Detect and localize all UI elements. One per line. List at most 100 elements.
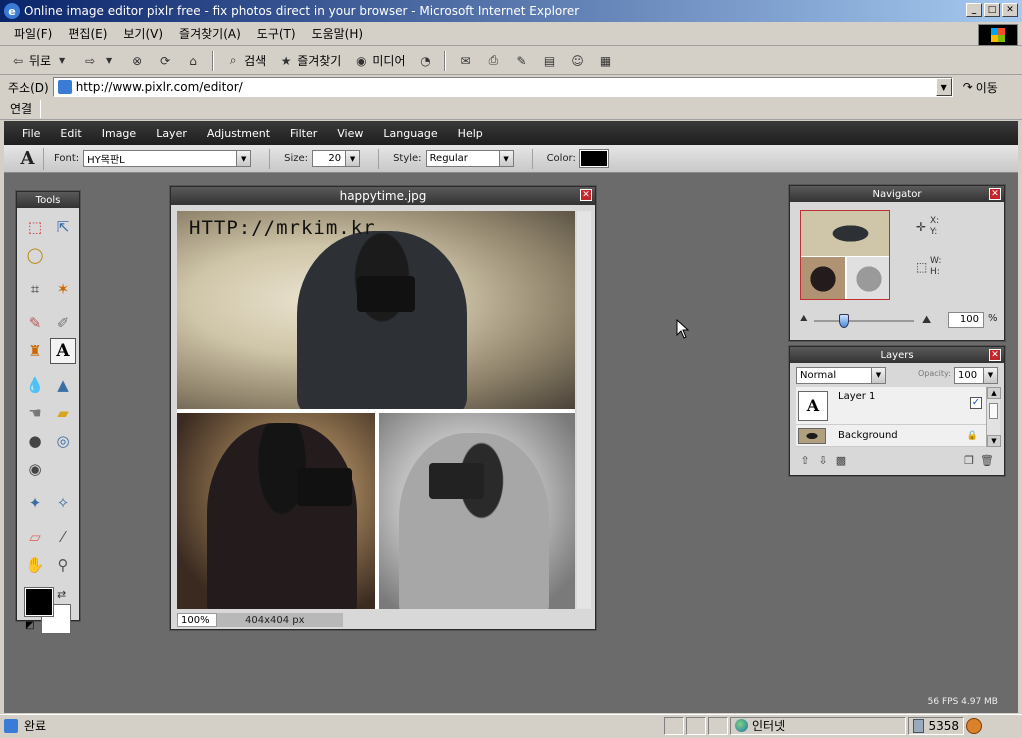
mail-button[interactable]: ✉ xyxy=(453,50,477,72)
app-menu-filter[interactable]: Filter xyxy=(280,127,327,140)
scroll-thumb[interactable] xyxy=(989,403,998,419)
foreground-color-swatch[interactable] xyxy=(24,587,54,617)
address-dropdown-button[interactable]: ▼ xyxy=(935,78,952,96)
blur-tool-icon[interactable]: 💧 xyxy=(22,372,48,398)
text-color-swatch[interactable] xyxy=(578,149,609,168)
eraser-tool-icon[interactable]: ▱ xyxy=(22,524,48,550)
refresh-button[interactable]: ⟳ xyxy=(153,50,177,72)
tray-monkey-icon[interactable] xyxy=(966,717,982,734)
app-menu-adjustment[interactable]: Adjustment xyxy=(197,127,280,140)
navigator-thumbnail[interactable] xyxy=(800,210,890,300)
options-divider xyxy=(531,148,533,169)
scroll-up-icon[interactable]: ▲ xyxy=(987,387,1001,399)
layers-close-button[interactable]: ✕ xyxy=(989,349,1001,361)
bloat-tool-icon[interactable]: ✧ xyxy=(50,490,76,516)
smudge-tool-icon[interactable]: ☚ xyxy=(22,400,48,426)
home-button[interactable]: ⌂ xyxy=(181,50,205,72)
messenger-button[interactable]: ☺ xyxy=(565,50,589,72)
color-picker-tool-icon[interactable]: ⁄ xyxy=(50,524,76,550)
app-menu-help[interactable]: Help xyxy=(448,127,493,140)
menu-favorites[interactable]: 즐겨찾기(A) xyxy=(171,25,249,42)
tray-counter[interactable]: 5358 xyxy=(908,716,964,735)
navigator-close-button[interactable]: ✕ xyxy=(989,188,1001,200)
marquee-tool-icon[interactable]: ⬚ xyxy=(22,214,48,240)
app-menu-file[interactable]: File xyxy=(12,127,50,140)
app-menu-view[interactable]: View xyxy=(327,127,373,140)
navigator-title-bar[interactable]: Navigator ✕ xyxy=(790,186,1004,202)
zoom-out-mountain-icon[interactable]: ⛰ xyxy=(800,314,808,324)
style-select[interactable]: Regular ▼ xyxy=(425,150,514,167)
sharpen-tool-icon[interactable]: ▲ xyxy=(50,372,76,398)
zoom-in-mountain-icon[interactable]: ⛰ xyxy=(922,313,931,327)
hand-tool-icon[interactable]: ✋ xyxy=(22,552,48,578)
media-button[interactable]: ◉ 미디어 xyxy=(349,50,409,72)
layer-row-background[interactable]: Background 🔒 xyxy=(796,425,986,447)
pencil-tool-icon[interactable]: ✎ xyxy=(22,310,48,336)
sponge-tool-icon[interactable]: ▰ xyxy=(50,400,76,426)
move-tool-icon[interactable]: ⇱ xyxy=(50,214,76,240)
close-window-button[interactable]: ✕ xyxy=(1002,3,1018,17)
app-menu-edit[interactable]: Edit xyxy=(50,127,91,140)
lasso-tool-icon[interactable]: ◯ xyxy=(22,242,48,268)
stop-button[interactable]: ⊗ xyxy=(125,50,149,72)
minimize-button[interactable]: _ xyxy=(966,3,982,17)
links-label[interactable]: 연결 xyxy=(10,100,32,117)
layer-row-layer-1[interactable]: A Layer 1 ✓ xyxy=(796,387,986,425)
zoom-slider-handle[interactable] xyxy=(839,314,849,328)
swap-colors-icon[interactable]: ⇄ xyxy=(57,588,66,601)
zoom-slider-track[interactable] xyxy=(814,320,914,322)
navigator-size: W: H: xyxy=(930,256,942,277)
font-select[interactable]: HY목판L ▼ xyxy=(83,150,252,167)
go-button[interactable]: ↷ 이동 xyxy=(963,79,998,96)
reset-colors-icon[interactable]: ◩ xyxy=(25,620,34,631)
maximize-button[interactable]: □ xyxy=(984,3,1000,17)
new-layer-icon[interactable]: ❐ xyxy=(960,454,978,467)
magic-wand-tool-icon[interactable]: ✶ xyxy=(50,276,76,302)
dodge-tool-icon[interactable]: ◎ xyxy=(50,428,76,454)
move-layer-up-icon[interactable]: ⇧ xyxy=(796,454,814,467)
scroll-down-icon[interactable]: ▼ xyxy=(987,435,1001,447)
app-menu-layer[interactable]: Layer xyxy=(146,127,197,140)
spot-heal-tool-icon[interactable]: ✦ xyxy=(22,490,48,516)
zoom-tool-icon[interactable]: ⚲ xyxy=(50,552,76,578)
blend-mode-select[interactable]: Normal ▼ xyxy=(796,367,886,384)
menu-file[interactable]: 파일(F) xyxy=(6,25,60,42)
menu-tools[interactable]: 도구(T) xyxy=(249,25,304,42)
forward-button[interactable]: ⇨ ▼ xyxy=(78,50,121,72)
brush-tool-icon[interactable]: ✐ xyxy=(50,310,76,336)
address-input[interactable]: http://www.pixlr.com/editor/ ▼ xyxy=(52,77,953,97)
layer-settings-icon[interactable]: ▩ xyxy=(832,454,850,467)
delete-layer-icon[interactable]: 🗑 xyxy=(978,454,996,467)
layer-scrollbar[interactable]: ▲ ▼ xyxy=(986,387,1001,447)
document-zoom-field[interactable]: 100% xyxy=(177,613,217,627)
menu-edit[interactable]: 편집(E) xyxy=(60,25,115,42)
search-button[interactable]: ⌕ 검색 xyxy=(221,50,270,72)
layers-panel: Layers ✕ Normal ▼ Opacity: 100 ▼ A Layer… xyxy=(789,346,1005,476)
favorites-button[interactable]: ★ 즐겨찾기 xyxy=(274,50,345,72)
print-button[interactable]: ⎙ xyxy=(481,50,505,72)
app-menu-language[interactable]: Language xyxy=(373,127,447,140)
move-layer-down-icon[interactable]: ⇩ xyxy=(814,454,832,467)
menu-help[interactable]: 도움말(H) xyxy=(304,25,372,42)
app-menu-image[interactable]: Image xyxy=(92,127,146,140)
crop-tool-icon[interactable]: ⌗ xyxy=(22,276,48,302)
layer-visibility-checkbox[interactable]: ✓ xyxy=(970,397,982,409)
document-close-button[interactable]: ✕ xyxy=(580,189,592,201)
menu-view[interactable]: 보기(V) xyxy=(115,25,171,42)
clone-stamp-tool-icon[interactable]: ♜ xyxy=(22,338,48,364)
burn-tool-icon[interactable]: ● xyxy=(22,428,48,454)
opacity-select[interactable]: 100 ▼ xyxy=(954,367,998,384)
document-title-bar[interactable]: happytime.jpg ✕ xyxy=(171,187,595,205)
type-tool-icon[interactable]: A xyxy=(50,338,76,364)
size-select[interactable]: 20 ▼ xyxy=(312,150,361,167)
edit-page-button[interactable]: ✎ xyxy=(509,50,533,72)
back-button[interactable]: ⇦ 뒤로 ▼ xyxy=(6,50,74,72)
grid-button[interactable]: ▦ xyxy=(593,50,617,72)
style-label: Style: xyxy=(393,153,422,164)
history-button[interactable]: ◔ xyxy=(413,50,437,72)
layers-title-bar[interactable]: Layers ✕ xyxy=(790,347,1004,363)
image-canvas[interactable]: HTTP://mrkim.kr xyxy=(177,211,575,609)
zoom-percent-input[interactable]: 100 xyxy=(948,312,984,328)
red-eye-tool-icon[interactable]: ◉ xyxy=(22,456,48,482)
discuss-button[interactable]: ▤ xyxy=(537,50,561,72)
